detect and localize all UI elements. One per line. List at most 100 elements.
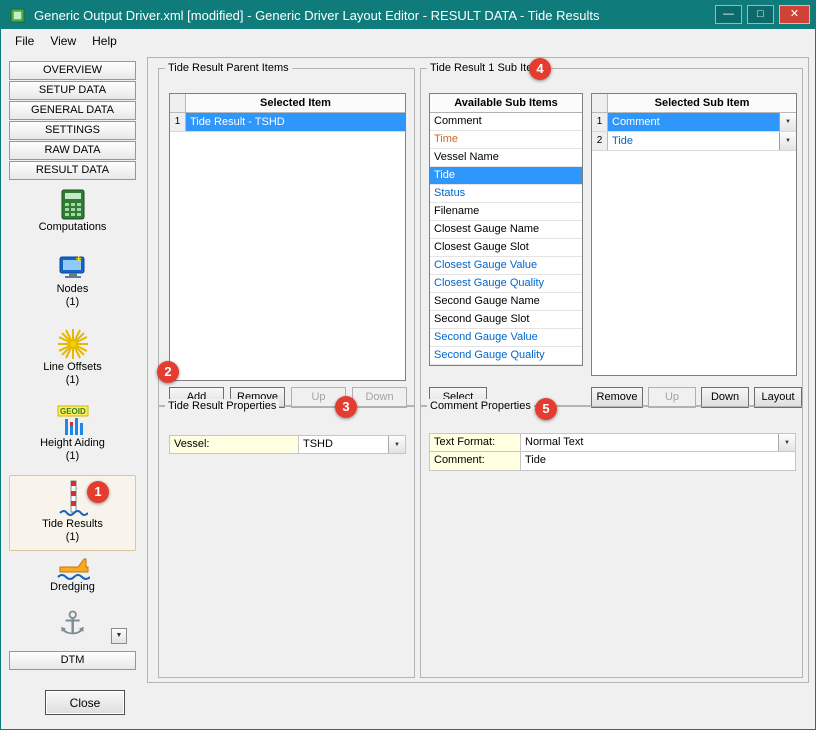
row-number: 2 — [592, 132, 608, 150]
available-sub-item[interactable]: Filename — [430, 203, 582, 221]
available-sub-item[interactable]: Second Gauge Quality — [430, 347, 582, 365]
sidebar-item-nodes[interactable]: * Nodes (1) — [9, 253, 136, 309]
dropdown-arrow-icon[interactable] — [779, 113, 796, 131]
layout-button[interactable]: Layout — [754, 387, 802, 408]
nav-raw-data[interactable]: RAW DATA — [9, 141, 136, 160]
annotation-badge-1: 1 — [87, 481, 109, 503]
close-button[interactable]: Close — [45, 690, 125, 715]
available-sub-item[interactable]: Vessel Name — [430, 149, 582, 167]
text-format-property-row: Text Format: Normal Text — [429, 433, 796, 452]
annotation-badge-4: 4 — [529, 58, 551, 80]
table-row[interactable]: 1 Comment — [592, 113, 796, 132]
group-sub-items: Tide Result 1 Sub Items Available Sub It… — [420, 68, 803, 406]
nav-general-data[interactable]: GENERAL DATA — [9, 101, 136, 120]
available-sub-item[interactable]: Second Gauge Value — [430, 329, 582, 347]
comment-label: Comment: — [429, 452, 521, 471]
dropdown-arrow-icon[interactable] — [778, 434, 795, 451]
dredging-icon — [9, 551, 136, 581]
parent-item-cell[interactable]: Tide Result - TSHD — [186, 113, 405, 131]
tide-results-icon — [10, 480, 135, 518]
dtm-label[interactable]: DTM — [9, 651, 136, 670]
up-sub-button: Up — [648, 387, 696, 408]
tool-count: (1) — [9, 374, 136, 387]
vessel-label: Vessel: — [169, 435, 299, 454]
menu-help[interactable]: Help — [84, 31, 125, 51]
close-window-button[interactable]: ✕ — [779, 5, 810, 24]
selected-item-header-row: Selected Item — [170, 94, 405, 113]
sidebar-item-line-offsets[interactable]: Line Offsets (1) — [9, 327, 136, 387]
nodes-icon: * — [9, 253, 136, 283]
nav-setup-data[interactable]: SETUP DATA — [9, 81, 136, 100]
sidebar-item-computations[interactable]: Computations — [9, 189, 136, 234]
dropdown-arrow-icon[interactable] — [779, 132, 796, 150]
available-sub-item[interactable]: Time — [430, 131, 582, 149]
available-sub-item[interactable]: Tide — [430, 167, 582, 185]
line-offsets-icon — [9, 327, 136, 361]
row-number-header — [592, 94, 608, 112]
selected-sub-item-cell[interactable]: Comment — [608, 113, 779, 131]
menu-file[interactable]: File — [7, 31, 42, 51]
nav-overview[interactable]: OVERVIEW — [9, 61, 136, 80]
selected-sub-item-header-row: Selected Sub Item — [592, 94, 796, 113]
height-aiding-icon: GEOID — [9, 405, 136, 437]
vessel-property-row: Vessel: TSHD — [169, 435, 406, 454]
tool-label: Computations — [9, 221, 136, 234]
text-format-label: Text Format: — [429, 433, 521, 452]
editor-panel: Tide Result Parent Items Selected Item 1… — [147, 57, 809, 683]
comment-property-row: Comment: Tide — [429, 452, 796, 471]
available-sub-item[interactable]: Second Gauge Slot — [430, 311, 582, 329]
selected-item-header: Selected Item — [186, 94, 405, 112]
remove-sub-button[interactable]: Remove — [591, 387, 643, 408]
tool-count: (1) — [9, 296, 136, 309]
vessel-dropdown[interactable]: TSHD — [299, 435, 406, 454]
dtm-scroll-down-button[interactable] — [111, 628, 127, 644]
menubar: File View Help — [1, 29, 815, 52]
tool-count: (1) — [9, 450, 136, 463]
group-parent-items-title: Tide Result Parent Items — [165, 61, 292, 75]
group-result-properties: Tide Result Properties Vessel: TSHD — [158, 406, 415, 678]
down-sub-button[interactable]: Down — [701, 387, 749, 408]
sidebar-item-dredging[interactable]: Dredging — [9, 551, 136, 594]
available-sub-item[interactable]: Status — [430, 185, 582, 203]
tool-label: Line Offsets — [9, 361, 136, 374]
available-sub-item[interactable]: Second Gauge Name — [430, 293, 582, 311]
computations-icon — [9, 189, 136, 221]
group-comment-properties: Comment Properties Text Format: Normal T… — [420, 406, 803, 678]
app-window: Generic Output Driver.xml [modified] - G… — [0, 0, 816, 730]
window-controls: — □ ✕ — [715, 5, 810, 24]
comment-value: Tide — [521, 452, 795, 470]
svg-text:*: * — [76, 253, 82, 269]
maximize-button[interactable]: □ — [747, 5, 774, 24]
vessel-value: TSHD — [299, 436, 388, 453]
table-row[interactable]: 1 Tide Result - TSHD — [170, 113, 405, 132]
available-sub-item[interactable]: Closest Gauge Quality — [430, 275, 582, 293]
row-number: 1 — [170, 113, 186, 131]
selected-sub-item-header: Selected Sub Item — [608, 94, 796, 112]
available-sub-item[interactable]: Closest Gauge Slot — [430, 239, 582, 257]
available-sub-item[interactable]: Closest Gauge Name — [430, 221, 582, 239]
down-button: Down — [352, 387, 407, 408]
sidebar-item-tide-results[interactable]: Tide Results (1) — [9, 475, 136, 551]
sidebar-item-height-aiding[interactable]: GEOID Height Aiding (1) — [9, 405, 136, 463]
group-parent-items: Tide Result Parent Items Selected Item 1… — [158, 68, 415, 406]
available-sub-items-header: Available Sub Items — [430, 94, 582, 113]
menu-view[interactable]: View — [42, 31, 84, 51]
available-sub-item[interactable]: Closest Gauge Value — [430, 257, 582, 275]
dropdown-arrow-icon[interactable] — [388, 436, 405, 453]
nav-result-data[interactable]: RESULT DATA — [9, 161, 136, 180]
available-sub-item[interactable]: Comment — [430, 113, 582, 131]
annotation-badge-2: 2 — [157, 361, 179, 383]
text-format-dropdown[interactable]: Normal Text — [521, 433, 796, 452]
comment-field[interactable]: Tide — [521, 452, 796, 471]
table-row[interactable]: 2 Tide — [592, 132, 796, 151]
group-result-properties-title: Tide Result Properties — [165, 399, 279, 413]
svg-text:GEOID: GEOID — [60, 407, 86, 416]
tool-label: Tide Results — [10, 518, 135, 531]
annotation-badge-5: 5 — [535, 398, 557, 420]
tool-label: Height Aiding — [9, 437, 136, 450]
row-number-header — [170, 94, 186, 112]
nav-settings[interactable]: SETTINGS — [9, 121, 136, 140]
minimize-button[interactable]: — — [715, 5, 742, 24]
sidebar-nav: OVERVIEW SETUP DATA GENERAL DATA SETTING… — [9, 61, 136, 181]
selected-sub-item-cell[interactable]: Tide — [608, 132, 779, 150]
